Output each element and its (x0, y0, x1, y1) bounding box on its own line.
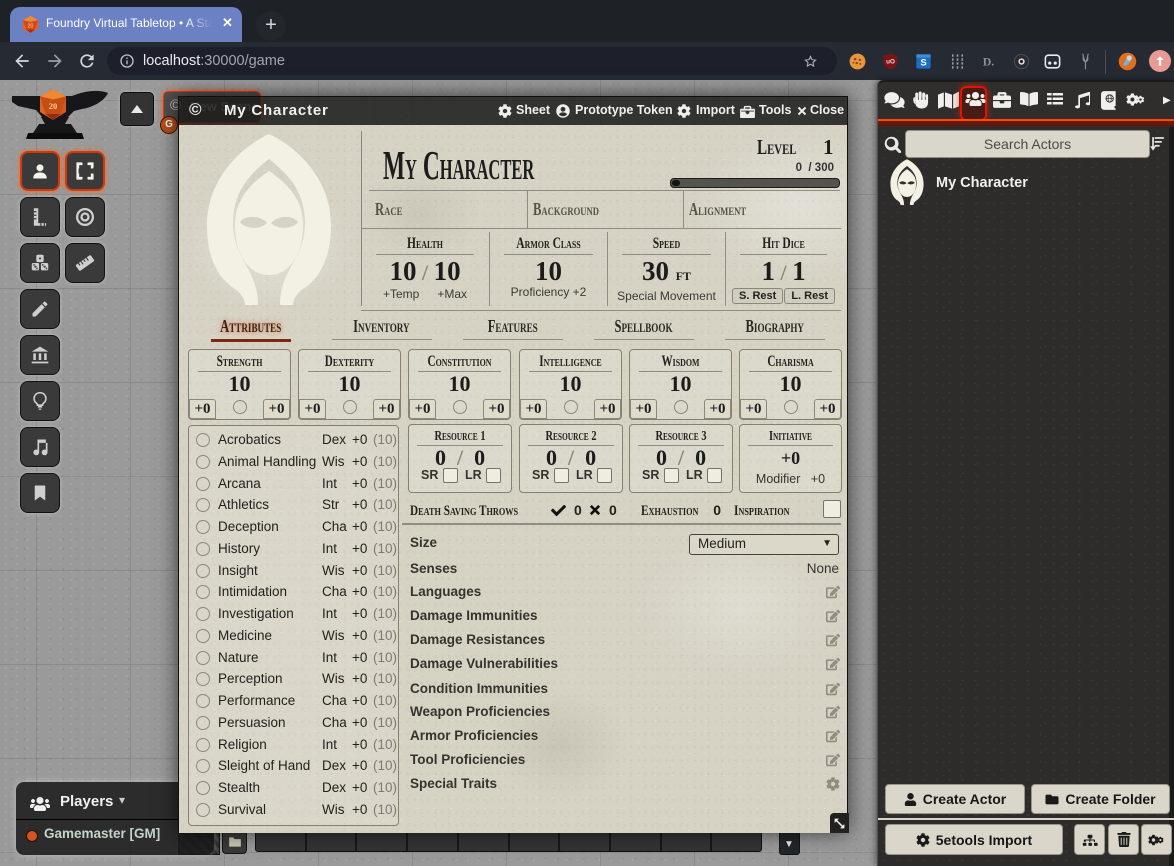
svg-text:uO: uO (886, 58, 895, 65)
svg-text:20: 20 (49, 101, 58, 111)
svg-text:20: 20 (28, 23, 34, 29)
svg-text:S: S (920, 57, 926, 68)
svg-text:D.: D. (983, 54, 995, 68)
